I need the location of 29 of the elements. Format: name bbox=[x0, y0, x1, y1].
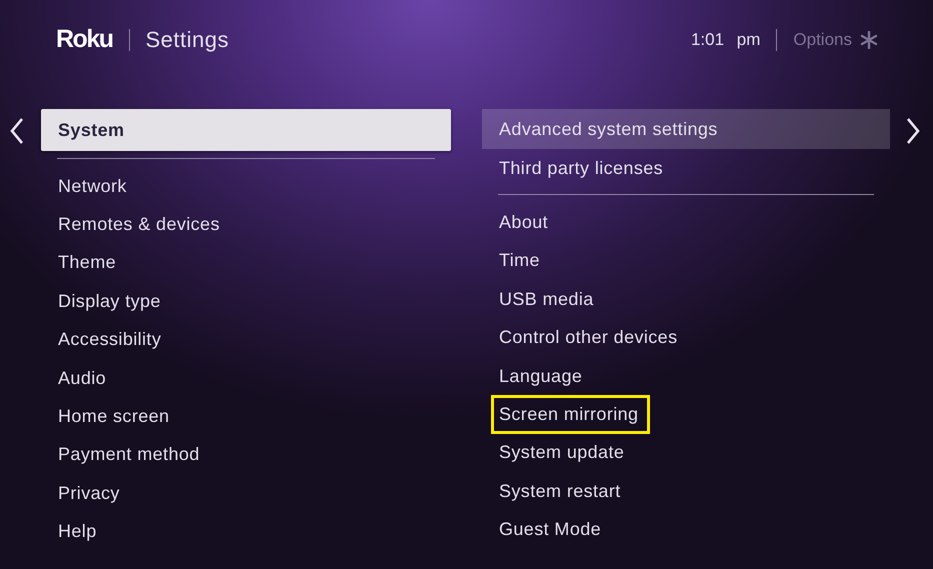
menu-item[interactable]: Home screen bbox=[41, 397, 451, 436]
menu-item[interactable]: Advanced system settings bbox=[482, 109, 890, 149]
menu-item[interactable]: Remotes & devices bbox=[41, 205, 451, 244]
menu-item[interactable]: Screen mirroring bbox=[482, 395, 890, 434]
chevron-right-icon[interactable] bbox=[906, 117, 920, 145]
menu-item[interactable]: Display type bbox=[41, 282, 451, 321]
menu-item[interactable]: Third party licenses bbox=[482, 149, 890, 188]
menu-item[interactable]: Network bbox=[41, 167, 451, 206]
menu-item[interactable]: System bbox=[41, 109, 451, 151]
chevron-left-icon[interactable] bbox=[10, 117, 24, 145]
asterisk-icon bbox=[860, 30, 878, 48]
screen-title: Settings bbox=[146, 26, 229, 52]
menu-item[interactable]: Language bbox=[482, 356, 890, 396]
options-label: Options bbox=[793, 30, 852, 50]
menu-item[interactable]: About bbox=[482, 203, 890, 242]
menu-item[interactable]: Theme bbox=[41, 244, 451, 282]
menu-item[interactable]: Guest Mode bbox=[482, 510, 890, 549]
menu-item[interactable]: Payment method bbox=[41, 436, 451, 474]
menu-item[interactable]: Privacy bbox=[41, 474, 451, 513]
menu-item[interactable]: Time bbox=[482, 242, 890, 280]
menu-item[interactable]: Audio bbox=[41, 358, 451, 398]
menu-item[interactable]: USB media bbox=[482, 280, 890, 319]
menu-item[interactable]: Help bbox=[41, 512, 451, 551]
menu-item[interactable]: Accessibility bbox=[41, 320, 451, 359]
clock-time: 1:01 pm bbox=[690, 30, 760, 50]
menu-item[interactable]: Control other devices bbox=[482, 318, 890, 357]
roku-logo: Roku bbox=[56, 25, 112, 54]
menu-item[interactable]: System update bbox=[482, 434, 890, 472]
menu-item[interactable]: System restart bbox=[482, 472, 890, 511]
